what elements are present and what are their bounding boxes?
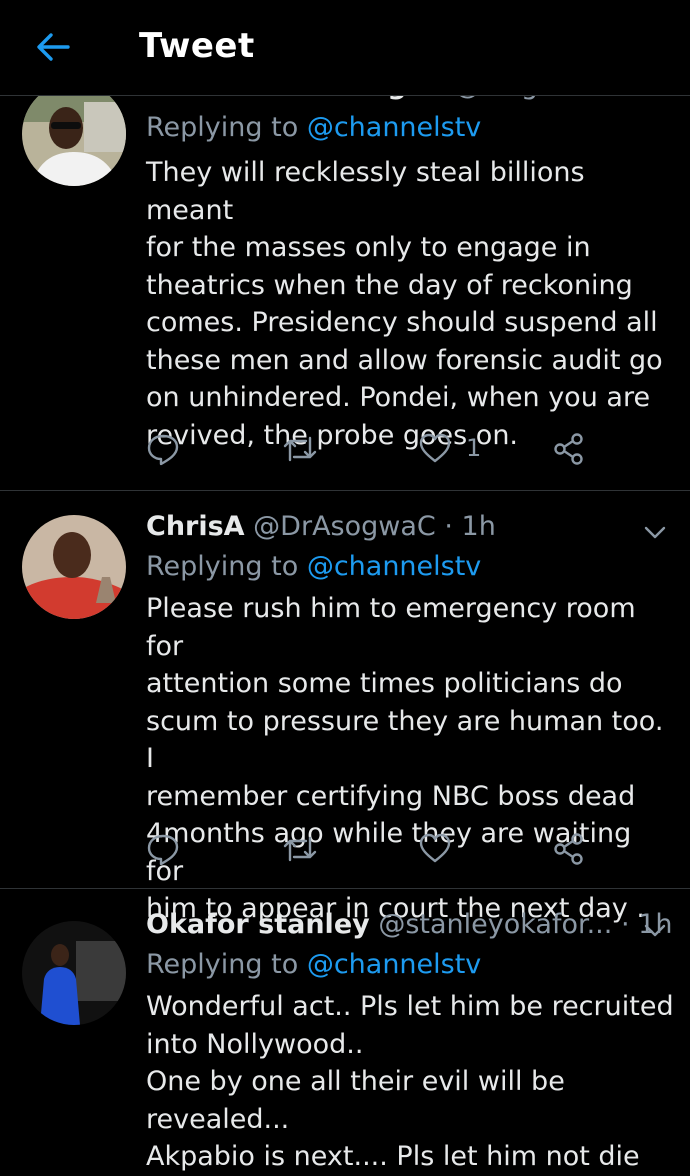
like-button[interactable] <box>418 832 452 864</box>
tweet-line: theatrics when the day of reckoning <box>146 269 633 301</box>
avatar[interactable] <box>22 921 126 1025</box>
tweet-reply[interactable]: Okechukwu udegbu @kingsl2el... 1h Replyi… <box>0 70 690 491</box>
mention-link[interactable]: @channelstv <box>307 112 481 143</box>
mention-link[interactable]: @channelstv <box>307 551 481 582</box>
like-icon <box>419 433 451 463</box>
tweet-line: attention some times politicians do <box>146 668 623 699</box>
replying-to: Replying to @channelstv <box>146 551 481 582</box>
tweet-text: Please rush him to emergency room for at… <box>146 590 671 928</box>
share-button[interactable] <box>552 832 586 866</box>
retweet-icon <box>283 436 317 462</box>
tweet-line: comes. Presidency should suspend all <box>146 307 658 338</box>
tweet-line: into Nollywood.. <box>146 1028 364 1060</box>
replying-to: Replying to @channelstv <box>146 949 481 980</box>
reply-icon <box>147 434 179 466</box>
tweet-line: for the masses only to engage in <box>146 232 591 263</box>
tweet-reply[interactable]: Okafor stanley @stanleyokafor... · 1h Re… <box>0 889 690 1172</box>
chevron-down-icon[interactable] <box>640 919 670 941</box>
back-arrow-icon <box>37 33 70 61</box>
tweet-text: They will recklessly steal billions mean… <box>146 154 671 454</box>
replying-to: Replying to @channelstv <box>146 112 481 143</box>
tweet-line: these men and allow forensic audit go <box>146 344 663 376</box>
share-button[interactable] <box>552 432 586 466</box>
handle[interactable]: @DrAsogwaC <box>253 511 436 542</box>
replying-label: Replying to <box>146 949 299 980</box>
tweet-line: Wonderful act.. Pls let him be recruited <box>146 991 674 1022</box>
display-name[interactable]: ChrisA <box>146 511 245 542</box>
like-button[interactable]: 1 <box>418 432 481 464</box>
tweet-actions <box>146 832 646 872</box>
chevron-down-icon[interactable] <box>640 521 670 543</box>
avatar[interactable] <box>22 515 126 619</box>
tweet-line: One by one all their evil will be reveal… <box>146 1066 565 1135</box>
display-name[interactable]: Okafor stanley <box>146 909 370 940</box>
top-bar: Tweet <box>0 0 690 96</box>
retweet-icon <box>283 836 317 862</box>
separator: · <box>444 511 453 542</box>
tweet-line: They will recklessly steal billions mean… <box>146 157 585 226</box>
avatar[interactable] <box>22 82 126 186</box>
back-button[interactable] <box>30 24 76 70</box>
retweet-button[interactable] <box>282 832 318 866</box>
tweet-line: Please rush him to emergency room for <box>146 593 636 662</box>
like-icon <box>419 833 451 863</box>
tweet-header: ChrisA @DrAsogwaC · 1h <box>146 511 496 542</box>
tweet-line: scum to pressure they are human too. I <box>146 705 664 775</box>
share-icon <box>554 433 583 465</box>
tweet-line: on unhindered. Pondei, when you are <box>146 382 651 413</box>
tweet-line: remember certifying NBC boss dead <box>146 780 636 812</box>
mention-link[interactable]: @channelstv <box>307 949 481 980</box>
tweet-line: Akpabio is next.... Pls let him not die <box>146 1141 640 1172</box>
separator: · <box>620 909 630 940</box>
tweet-text: Wonderful act.. Pls let him be recruited… <box>146 988 676 1176</box>
like-count: 1 <box>466 434 482 462</box>
replying-label: Replying to <box>146 112 299 143</box>
retweet-button[interactable] <box>282 432 318 466</box>
reply-button[interactable] <box>146 832 180 866</box>
page-title: Tweet <box>139 26 255 66</box>
tweet-actions: 1 <box>146 432 646 472</box>
handle[interactable]: @stanleyokafor... <box>378 909 612 940</box>
tweet-header: Okafor stanley @stanleyokafor... · 1h <box>146 909 672 940</box>
replying-label: Replying to <box>146 551 299 582</box>
reply-button[interactable] <box>146 432 180 466</box>
timestamp: 1h <box>461 511 496 542</box>
tweet-reply[interactable]: ChrisA @DrAsogwaC · 1h Replying to @chan… <box>0 491 690 924</box>
share-icon <box>554 833 583 865</box>
reply-icon <box>147 834 179 866</box>
